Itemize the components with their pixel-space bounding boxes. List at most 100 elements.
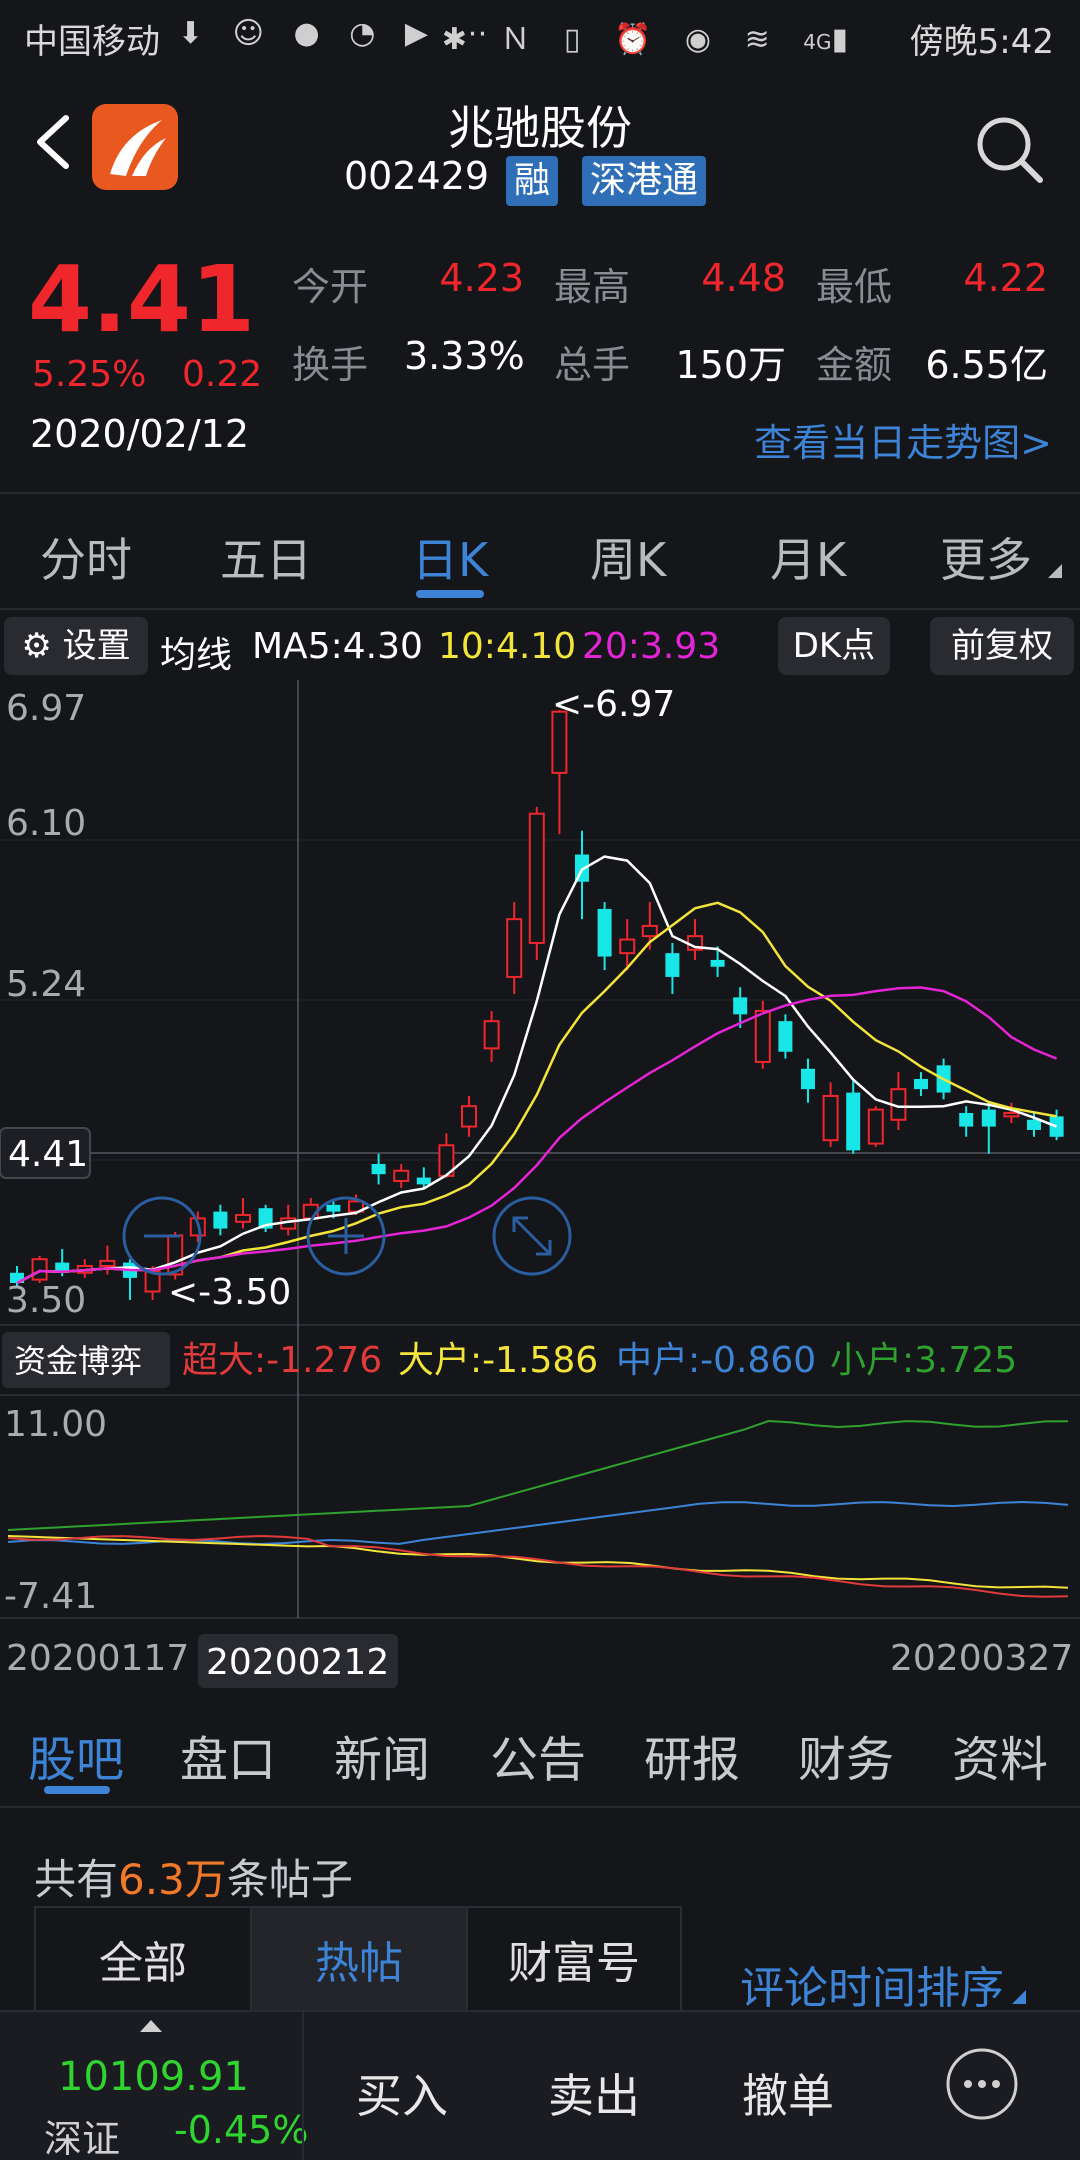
kline-chart[interactable]: 6.97 6.10 5.24 3.50 4.41 <-6.97 <-3.50 资… — [0, 680, 1080, 1688]
stock-name: 兆驰股份 — [448, 101, 632, 155]
high-label: 最高 — [554, 265, 631, 309]
search-icon[interactable] — [972, 112, 1046, 186]
ma-label: 均线 — [160, 635, 233, 676]
info-tab-indicator — [44, 1786, 110, 1794]
carrier-label: 中国移动 — [24, 22, 160, 62]
settings-label: 设置 — [62, 626, 131, 666]
chart-settings-button[interactable]: ⚙ 设置 — [4, 617, 148, 675]
change-percent: 5.25% — [32, 354, 147, 395]
amount-value: 6.55亿 — [925, 343, 1048, 387]
ma-bar: ⚙ 设置 均线 MA5:4.30 10:4.10 20:3.93 DK点 前复权 — [0, 612, 1080, 680]
flow-y-top: 11.00 — [4, 1404, 107, 1445]
y-label-2: 6.10 — [6, 803, 86, 844]
info-tabs: 股吧 盘口 新闻 公告 研报 财务 资料 — [0, 1690, 1080, 1808]
index-change: -0.45% — [174, 2108, 309, 2152]
filter-hot[interactable]: 热帖 — [252, 1908, 468, 2024]
quote-date: 2020/02/12 — [30, 412, 250, 456]
index-name: 深证 — [44, 2117, 121, 2160]
date-start: 20200117 — [6, 1638, 189, 1679]
sort-dropdown[interactable]: 评论时间排序 — [740, 1952, 1004, 2016]
index-value[interactable]: 10109.91 — [58, 2054, 249, 2100]
buy-button[interactable]: 买入 — [356, 2060, 448, 2126]
tab-five-day[interactable]: 五日 — [220, 524, 312, 590]
tab-research[interactable]: 研报 — [644, 1720, 740, 1790]
amount-label: 金额 — [816, 343, 893, 387]
zoom-out-button[interactable] — [122, 1196, 202, 1276]
cancel-order-button[interactable]: 撤单 — [742, 2060, 834, 2126]
post-count: 共有6.3万条帖子 — [34, 1846, 353, 1907]
zoom-in-button[interactable] — [306, 1196, 386, 1276]
stock-connect-tag: 深港通 — [582, 156, 707, 206]
tab-more[interactable]: 更多 — [940, 524, 1032, 590]
ma10-value: 10:4.10 — [438, 626, 577, 667]
super-large-flow: 超大:-1.276 — [182, 1340, 382, 1381]
network-label: 4G — [803, 30, 832, 54]
fund-flow-button[interactable]: 资金博弈 — [14, 1342, 142, 1380]
turnover-value: 3.33% — [404, 334, 525, 378]
more-dropdown-icon — [1048, 564, 1062, 578]
date-cursor: 20200212 — [206, 1642, 389, 1683]
stock-header: 兆驰股份 002429 融 深港通 — [0, 72, 1080, 212]
period-tabs: 分时 五日 日K 周K 月K 更多 — [0, 500, 1080, 610]
volume-value: 150万 — [675, 343, 786, 387]
change-amount: 0.22 — [182, 354, 263, 395]
intraday-trend-link[interactable]: 查看当日走势图> — [754, 412, 1052, 467]
chart-area[interactable]: 6.97 6.10 5.24 3.50 4.41 <-6.97 <-3.50 资… — [0, 680, 1080, 1688]
post-count-prefix: 共有 — [34, 1855, 119, 1904]
tab-profile[interactable]: 资料 — [952, 1720, 1048, 1790]
date-end: 20200327 — [890, 1638, 1073, 1679]
ma20-value: 20:3.93 — [582, 626, 721, 667]
medium-flow: 中户:-0.860 — [616, 1340, 816, 1381]
active-tab-indicator — [416, 590, 484, 598]
forum-section: 共有6.3万条帖子 全部 热帖 财富号 评论时间排序 — [0, 1810, 1080, 2026]
low-value: 4.22 — [963, 256, 1048, 300]
quote-panel: 4.41 5.25% 0.22 2020/02/12 今开 4.23 最高 4.… — [0, 212, 1080, 494]
tab-monthly-k[interactable]: 月K — [770, 524, 846, 590]
index-expand-icon[interactable] — [140, 2020, 162, 2032]
small-flow: 小户:3.725 — [830, 1340, 1017, 1381]
low-label: 最低 — [816, 265, 893, 309]
footer-divider — [302, 2012, 304, 2160]
ma5-value: MA5:4.30 — [252, 626, 423, 667]
post-count-suffix: 条帖子 — [226, 1855, 353, 1904]
dk-point-button[interactable]: DK点 — [778, 617, 890, 675]
post-count-value: 6.3万 — [118, 1855, 227, 1904]
current-price-label: 4.41 — [8, 1134, 88, 1175]
tab-daily-k[interactable]: 日K — [412, 524, 488, 590]
adjust-price-button[interactable]: 前复权 — [930, 617, 1074, 675]
tab-announcements[interactable]: 公告 — [490, 1720, 586, 1790]
system-icons: ✱ Ｎ ▯ ⏰ ◉ ≋ 4G▮ — [441, 22, 860, 57]
status-bar: 中国移动 ⬇ ☺ ● ◔ ▶ ⋯ ✱ Ｎ ▯ ⏰ ◉ ≋ 4G▮ 傍晚5:42 — [0, 0, 1080, 72]
low-marker: <-3.50 — [168, 1272, 291, 1313]
flow-y-bottom: -7.41 — [4, 1576, 97, 1617]
high-marker: <-6.97 — [552, 684, 675, 725]
high-value: 4.48 — [701, 256, 786, 300]
y-label-min: 3.50 — [6, 1280, 86, 1321]
open-value: 4.23 — [439, 256, 524, 300]
volume-label: 总手 — [554, 343, 631, 387]
trade-footer: 10109.91 深证 -0.45% 买入 卖出 撤单 — [0, 2010, 1080, 2160]
tab-weekly-k[interactable]: 周K — [590, 524, 666, 590]
stock-code: 002429 — [344, 154, 490, 198]
filter-wealth[interactable]: 财富号 — [468, 1908, 680, 2024]
tab-intraday[interactable]: 分时 — [40, 524, 132, 590]
current-price: 4.41 — [28, 246, 255, 353]
tab-forum[interactable]: 股吧 — [28, 1720, 124, 1790]
tab-news[interactable]: 新闻 — [334, 1720, 430, 1790]
large-flow: 大户:-1.586 — [398, 1340, 598, 1381]
turnover-label: 换手 — [292, 343, 369, 387]
sort-dropdown-icon — [1012, 1990, 1026, 2004]
tab-orderbook[interactable]: 盘口 — [180, 1720, 276, 1790]
y-label-max: 6.97 — [6, 688, 86, 729]
sell-button[interactable]: 卖出 — [548, 2060, 640, 2126]
post-filters: 全部 热帖 财富号 — [34, 1906, 682, 2026]
gear-icon: ⚙ — [21, 626, 52, 666]
filter-all[interactable]: 全部 — [36, 1908, 252, 2024]
fullscreen-button[interactable] — [492, 1196, 572, 1276]
y-label-3: 5.24 — [6, 964, 86, 1005]
clock: 傍晚5:42 — [909, 22, 1054, 62]
more-options-icon[interactable] — [944, 2046, 1020, 2122]
tab-finance[interactable]: 财务 — [798, 1720, 894, 1790]
open-label: 今开 — [292, 265, 369, 309]
margin-tag: 融 — [506, 156, 559, 206]
